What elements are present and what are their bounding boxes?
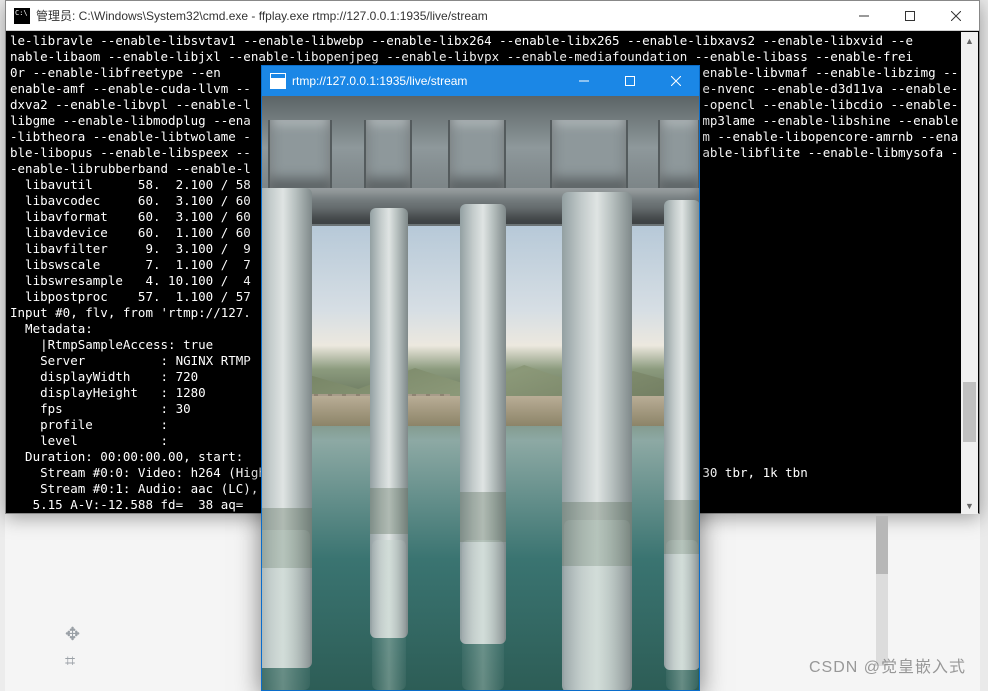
ffplay-window-controls <box>561 66 699 96</box>
cmd-scroll-thumb[interactable] <box>963 382 976 442</box>
scroll-up-icon[interactable]: ▲ <box>961 32 978 49</box>
cmd-scrollbar[interactable]: ▲ ▼ <box>961 32 978 514</box>
ffplay-minimize-button[interactable] <box>561 66 607 96</box>
scroll-down-icon[interactable]: ▼ <box>961 497 978 514</box>
cmd-window-controls <box>841 1 979 30</box>
cmd-icon <box>14 8 30 24</box>
ffplay-close-button[interactable] <box>653 66 699 96</box>
move-tool-icon[interactable]: ✥ <box>65 624 80 645</box>
grid-tool-icon[interactable]: ⌗ <box>65 651 80 672</box>
scene-beam <box>448 120 506 188</box>
editor-tool-icons: ✥ ⌗ <box>65 618 80 678</box>
maximize-icon <box>625 76 635 86</box>
scene-reflection <box>262 530 310 690</box>
scene-reflection <box>372 540 406 690</box>
scene-beam <box>658 120 699 188</box>
ffplay-title-text: rtmp://127.0.0.1:1935/live/stream <box>292 74 561 88</box>
editor-scrollbar[interactable] <box>876 516 888 666</box>
cmd-close-button[interactable] <box>933 1 979 30</box>
editor-right-pane <box>980 0 988 691</box>
maximize-icon <box>905 11 915 21</box>
ffplay-icon <box>270 73 286 89</box>
video-viewport[interactable] <box>262 96 699 690</box>
ffplay-maximize-button[interactable] <box>607 66 653 96</box>
scene-reflection <box>666 540 698 690</box>
cmd-minimize-button[interactable] <box>841 1 887 30</box>
scene-reflection <box>564 520 630 690</box>
cmd-titlebar[interactable]: 管理员: C:\Windows\System32\cmd.exe - ffpla… <box>6 1 979 31</box>
close-icon <box>671 76 681 86</box>
scene-beam <box>364 120 412 188</box>
minimize-icon <box>859 11 869 21</box>
minimize-icon <box>579 76 589 86</box>
ffplay-window: rtmp://127.0.0.1:1935/live/stream <box>261 65 700 691</box>
scene-beam <box>550 120 628 188</box>
watermark-text: CSDN @觉皇嵌入式 <box>809 653 966 677</box>
cmd-title-text: 管理员: C:\Windows\System32\cmd.exe - ffpla… <box>36 7 841 24</box>
ffplay-titlebar[interactable]: rtmp://127.0.0.1:1935/live/stream <box>262 66 699 96</box>
editor-scroll-thumb[interactable] <box>876 516 888 574</box>
cmd-maximize-button[interactable] <box>887 1 933 30</box>
close-icon <box>951 11 961 21</box>
scene-beam <box>268 120 332 188</box>
scene-reflection <box>462 540 504 690</box>
